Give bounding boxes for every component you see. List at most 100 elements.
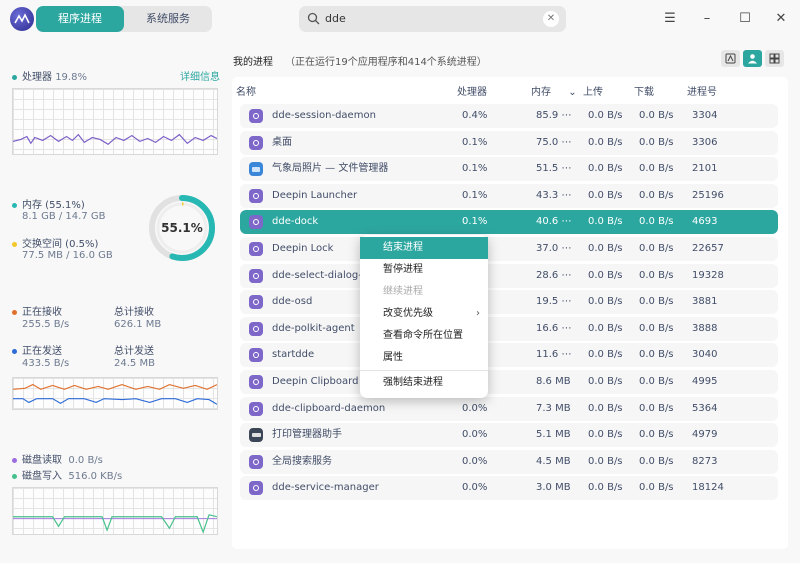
process-panel: 我的进程 （正在运行19个应用程序和414个系统进程） 名称 处理器 内存 ⌄ …: [230, 38, 800, 563]
process-pid: 3306: [692, 136, 718, 148]
app-icon: [249, 454, 263, 469]
process-cpu: 0.0%: [462, 482, 488, 494]
tab-services[interactable]: 系统服务: [124, 6, 212, 32]
menu-item[interactable]: 属性: [360, 347, 488, 369]
disk-graph: [12, 487, 218, 535]
memory-percent: 55.1%: [161, 221, 203, 235]
process-download: 0.0 B/s: [639, 349, 674, 361]
disk-write-value: 516.0 KB/s: [68, 471, 123, 482]
system-monitor-panel: 处理器 19.8% 详细信息 内存 (55.1%) 8.1 GB / 14.7 …: [0, 38, 230, 563]
send-label: 正在发送: [12, 342, 62, 357]
app-icon: [249, 375, 263, 389]
close-icon[interactable]: ✕: [771, 9, 791, 29]
col-header-name[interactable]: 名称: [236, 83, 256, 98]
table-row[interactable]: Deepin Launcher 0.1% 43.3 ⋯ 0.0 B/s 0.0 B/s 2…: [240, 183, 778, 208]
menu-item[interactable]: 改变优先级 ›: [360, 303, 488, 325]
table-row[interactable]: dde-dock 0.1% 40.6 ⋯ 0.0 B/s 0.0 B/s 4693: [240, 210, 778, 235]
app-view-icon[interactable]: [721, 50, 740, 67]
menu-item-label: 改变优先级: [383, 308, 433, 319]
process-cpu: 0.0%: [462, 429, 488, 441]
col-header-upload[interactable]: 上传: [583, 83, 603, 98]
table-row[interactable]: dde-select-dialog- 28.6 ⋯ 0.0 B/s 0.0 B/s 19…: [240, 263, 778, 288]
process-download: 0.0 B/s: [639, 136, 674, 148]
memory-usage: 8.1 GB / 14.7 GB: [22, 211, 106, 222]
search-input[interactable]: dde ✕: [299, 6, 566, 32]
menu-item[interactable]: 暂停进程: [360, 259, 488, 281]
menu-item[interactable]: 查看命令所在位置: [360, 325, 488, 347]
menu-separator: [360, 370, 488, 371]
app-icon: [249, 348, 263, 363]
menu-item-label: 暂停进程: [383, 264, 423, 275]
process-pid: 25196: [692, 189, 724, 201]
table-row[interactable]: 气象局照片 — 文件管理器 0.1% 51.5 ⋯ 0.0 B/s 0.0 B/s 210…: [240, 157, 778, 182]
process-cpu: 0.0%: [462, 455, 488, 467]
table-row[interactable]: 全局搜索服务 0.0% 4.5 MB 0.0 B/s 0.0 B/s 8273: [240, 449, 778, 474]
process-name: dde-clipboard-daemon: [272, 402, 386, 414]
menu-item-label: 结束进程: [383, 242, 423, 253]
minimize-icon[interactable]: –: [697, 9, 717, 29]
table-row[interactable]: dde-session-daemon 0.4% 85.9 ⋯ 0.0 B/s 0.0 B…: [240, 104, 778, 128]
all-view-icon[interactable]: [765, 50, 784, 67]
my-processes-title: 我的进程: [233, 57, 273, 68]
col-header-download[interactable]: 下载: [634, 83, 654, 98]
view-switcher: [721, 50, 784, 67]
disk-read-value: 0.0 B/s: [68, 455, 103, 466]
process-upload: 0.0 B/s: [588, 376, 623, 387]
process-memory: 28.6 ⋯: [536, 269, 572, 281]
process-upload: 0.0 B/s: [588, 402, 623, 414]
app-icon: [249, 135, 263, 150]
total-recv-value: 626.1 MB: [114, 319, 162, 330]
process-context-menu: 结束进程 暂停进程 继续进程 改变优先级 › 查看命令所在位置 属性 强制结束进程: [360, 235, 488, 398]
table-row[interactable]: startdde 11.6 ⋯ 0.0 B/s 0.0 B/s 3040: [240, 343, 778, 368]
detail-info-link[interactable]: 详细信息: [180, 68, 220, 83]
process-name: dde-osd: [272, 296, 313, 308]
table-row[interactable]: Deepin Clipboard 8.6 MB 0.0 B/s 0.0 B/s 4995: [240, 370, 778, 394]
process-name: Deepin Clipboard: [272, 376, 359, 387]
menu-item[interactable]: 强制结束进程: [360, 372, 488, 394]
col-header-memory[interactable]: 内存 ⌄: [531, 83, 577, 98]
recv-label: 正在接收: [12, 303, 62, 318]
search-text: dde: [325, 12, 346, 25]
process-upload: 0.0 B/s: [588, 482, 623, 494]
table-row[interactable]: 桌面 0.1% 75.0 ⋯ 0.0 B/s 0.0 B/s 3306: [240, 130, 778, 155]
process-upload: 0.0 B/s: [588, 296, 623, 308]
process-download: 0.0 B/s: [639, 322, 674, 334]
recv-value: 255.5 B/s: [22, 319, 70, 330]
maximize-icon[interactable]: ☐: [735, 9, 755, 29]
process-memory: 51.5 ⋯: [536, 163, 572, 175]
process-download: 0.0 B/s: [639, 216, 674, 228]
user-view-icon[interactable]: [743, 50, 762, 67]
col-header-pid[interactable]: 进程号: [687, 83, 717, 98]
process-upload: 0.0 B/s: [588, 322, 623, 334]
process-name: 全局搜索服务: [272, 455, 332, 467]
process-pid: 18124: [692, 482, 724, 494]
menu-icon[interactable]: ☰: [660, 9, 680, 29]
process-pid: 4693: [692, 216, 718, 228]
table-row[interactable]: 打印管理器助手 0.0% 5.1 MB 0.0 B/s 0.0 B/s 4979: [240, 423, 778, 448]
process-memory: 7.3 MB: [536, 402, 571, 414]
process-name: dde-polkit-agent: [272, 322, 355, 334]
disk-read-label: 磁盘读取 0.0 B/s: [12, 451, 103, 466]
app-icon: [249, 188, 263, 203]
col-header-cpu[interactable]: 处理器: [457, 83, 487, 98]
process-memory: 3.0 MB: [536, 482, 571, 494]
clear-search-icon[interactable]: ✕: [543, 11, 559, 27]
search-icon: [307, 12, 320, 25]
process-cpu: 0.1%: [462, 163, 488, 175]
menu-item[interactable]: 结束进程: [360, 237, 488, 259]
network-graph: [12, 377, 218, 410]
process-pid: 22657: [692, 243, 724, 254]
table-row[interactable]: dde-service-manager 0.0% 3.0 MB 0.0 B/s 0.0 …: [240, 476, 778, 501]
process-name: Deepin Lock: [272, 243, 334, 254]
process-upload: 0.0 B/s: [588, 269, 623, 281]
table-row[interactable]: dde-polkit-agent 16.6 ⋯ 0.0 B/s 0.0 B/s 3888: [240, 316, 778, 341]
process-upload: 0.0 B/s: [588, 189, 623, 201]
table-row[interactable]: dde-clipboard-daemon 0.0% 7.3 MB 0.0 B/s 0.0…: [240, 396, 778, 421]
table-row[interactable]: dde-osd 19.5 ⋯ 0.0 B/s 0.0 B/s 3881: [240, 290, 778, 315]
tab-processes[interactable]: 程序进程: [36, 6, 124, 32]
cpu-value: 19.8%: [55, 72, 87, 83]
process-upload: 0.0 B/s: [588, 429, 623, 441]
table-row[interactable]: Deepin Lock 37.0 ⋯ 0.0 B/s 0.0 B/s 22657: [240, 237, 778, 261]
process-name: 气象局照片 — 文件管理器: [272, 163, 389, 175]
menu-item-label: 强制结束进程: [383, 377, 443, 388]
